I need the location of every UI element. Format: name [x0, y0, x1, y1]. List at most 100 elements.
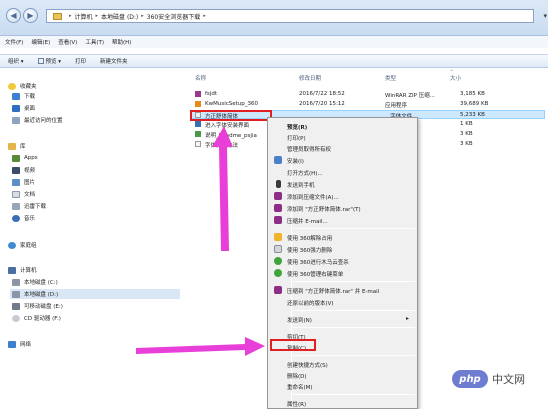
sidebar-drive-c[interactable]: 本地磁盘 (C:): [12, 277, 58, 287]
sidebar-label: 音乐: [24, 216, 36, 222]
sidebar-label: 本地磁盘 (C:): [24, 280, 58, 286]
menu-item-add-rar[interactable]: 添加到 "方正舒体简体.rar"(T): [270, 203, 415, 213]
winrar-icon: [274, 204, 282, 212]
menu-item-360-unlock[interactable]: 使用 360解除占用: [270, 232, 415, 242]
hard-drive-icon: [12, 278, 20, 286]
sidebar-drive-d[interactable]: 本地磁盘 (D:): [10, 289, 180, 299]
menu-item-360-cloud-scan[interactable]: 使用 360进行木马云查杀: [270, 256, 415, 266]
file-size: 39,689 KB: [460, 101, 489, 107]
menu-help[interactable]: 帮助(H): [112, 38, 131, 46]
toolbar: 组织 ▾ 预览 ▾ 打印 新建文件夹: [0, 54, 548, 68]
sidebar-libraries[interactable]: 库: [8, 141, 26, 151]
homegroup-icon: [8, 241, 16, 249]
menu-item-open-with[interactable]: 打开方式(H)...: [270, 167, 415, 177]
title-bar: ◀ ▶ ▸ 计算机 ▸ 本地磁盘 (D:) ▸ 360安全浏览器下载 ▸ ▾: [0, 0, 548, 36]
copy-highlight-box: [270, 339, 316, 351]
video-icon: [12, 166, 20, 174]
column-size[interactable]: 大小: [450, 74, 461, 82]
file-date: 2016/7/22 18:52: [299, 91, 345, 97]
menu-file[interactable]: 文件(F): [5, 38, 23, 46]
menu-item-print[interactable]: 打印(P): [270, 132, 415, 142]
sidebar-pictures[interactable]: 图片: [12, 177, 35, 187]
menu-item-compress-rar-email[interactable]: 压缩到 "方正舒体简体.rar" 并 E-mail: [270, 285, 415, 295]
sidebar-network[interactable]: 网络: [8, 339, 31, 349]
file-type: WinRAR ZIP 压缩...: [385, 93, 435, 99]
breadcrumb-download-folder[interactable]: 360安全浏览器下载: [147, 12, 200, 21]
breadcrumb-computer[interactable]: 计算机: [75, 12, 93, 21]
column-name[interactable]: 名称: [195, 74, 206, 82]
forward-button[interactable]: ▶: [23, 8, 38, 23]
menu-item-properties[interactable]: 属性(R): [270, 398, 415, 408]
back-button[interactable]: ◀: [6, 8, 21, 23]
menu-item-send-to-phone[interactable]: 发送到手机: [270, 179, 415, 189]
cd-drive-icon: [12, 314, 20, 322]
sidebar-thunder[interactable]: 迅雷下载: [12, 201, 46, 211]
column-type[interactable]: 类型: [385, 74, 396, 82]
sidebar-computer[interactable]: 计算机: [8, 265, 37, 275]
preview-button[interactable]: 预览 ▾: [37, 57, 61, 65]
sidebar-label: 下载: [24, 94, 36, 100]
sidebar-label: 图片: [24, 180, 36, 186]
menu-item-rename[interactable]: 重命名(M): [270, 381, 415, 391]
sidebar-apps[interactable]: Apps: [12, 153, 38, 163]
sidebar-drive-f[interactable]: CD 驱动器 (F:): [12, 313, 61, 323]
sidebar-label: 网络: [20, 342, 32, 348]
folder-icon: [12, 202, 20, 210]
menu-view[interactable]: 查看(V): [58, 38, 77, 46]
sidebar-videos[interactable]: 视频: [12, 165, 35, 175]
menu-item-create-shortcut[interactable]: 创建快捷方式(S): [270, 359, 415, 369]
arrow-right-icon: ▶: [27, 11, 34, 20]
chevron-down-icon[interactable]: ▾: [543, 12, 547, 20]
libraries-icon: [8, 142, 16, 150]
sidebar-homegroup[interactable]: 家庭组: [8, 240, 37, 250]
column-headers: ^ 名称 修改日期 类型 大小: [185, 69, 548, 85]
winrar-icon: [274, 192, 282, 200]
documents-icon: [12, 190, 20, 198]
menu-item-send-to[interactable]: 发送到(N) ▸: [270, 314, 415, 324]
sidebar-downloads[interactable]: 下载: [12, 91, 35, 101]
context-menu: 预览(R) 打印(P) 管理员取得所有权 安装(I) 打开方式(H)... 发送…: [267, 117, 418, 409]
menu-item-compress-email[interactable]: 压缩并 E-mail...: [270, 215, 415, 225]
file-row[interactable]: KwMusicSetup_360 2016/7/20 15:12 应用程序 39…: [190, 100, 545, 109]
sidebar-label: 收藏夹: [20, 84, 37, 90]
apps-icon: [12, 154, 20, 162]
breadcrumb-drive-d[interactable]: 本地磁盘 (D:): [101, 12, 138, 21]
print-button[interactable]: 打印: [75, 57, 86, 65]
file-highlight-box: [190, 110, 272, 121]
menu-edit[interactable]: 编辑(E): [31, 38, 50, 46]
menu-item-install[interactable]: 安装(I): [270, 155, 415, 165]
winrar-icon: [274, 286, 282, 294]
file-type: 应用程序: [385, 103, 408, 109]
organize-button[interactable]: 组织 ▾: [8, 57, 24, 65]
menu-item-restore-versions[interactable]: 还原以前的版本(V): [270, 297, 415, 307]
sidebar-recent[interactable]: 最近访问的位置: [12, 115, 63, 125]
sidebar-drive-e[interactable]: 可移动磁盘 (E:): [12, 301, 63, 311]
desktop-icon: [12, 104, 20, 112]
file-size: 3 KB: [460, 131, 473, 137]
pictures-icon: [12, 178, 20, 186]
address-bar[interactable]: ▸ 计算机 ▸ 本地磁盘 (D:) ▸ 360安全浏览器下载 ▸ ▾: [46, 9, 547, 23]
unlock-icon: [274, 233, 282, 241]
arrow-left-icon: ◀: [10, 11, 17, 20]
menu-item-take-ownership[interactable]: 管理员取得所有权: [270, 143, 415, 153]
menu-item-preview[interactable]: 预览(R): [270, 121, 415, 131]
html-file-icon: [195, 131, 201, 137]
sidebar-documents[interactable]: 文档: [12, 189, 35, 199]
sidebar-label: 本地磁盘 (D:): [24, 292, 59, 298]
file-row[interactable]: fsjdt 2016/7/22 18:52 WinRAR ZIP 压缩... 3…: [190, 90, 545, 99]
new-folder-button[interactable]: 新建文件夹: [100, 57, 128, 65]
sidebar-music[interactable]: 音乐: [12, 213, 35, 223]
column-date[interactable]: 修改日期: [299, 74, 321, 82]
file-size: 1 KB: [460, 121, 473, 127]
sidebar-favorites[interactable]: 收藏夹: [8, 81, 37, 91]
file-name: 进入字体安装界面: [205, 123, 250, 129]
sidebar-desktop[interactable]: 桌面: [12, 103, 35, 113]
menu-item-delete[interactable]: 删除(D): [270, 370, 415, 380]
menu-item-360-manage-menu[interactable]: 使用 360管理右键菜单: [270, 268, 415, 278]
php-cn-watermark: php 中文网: [452, 369, 525, 389]
360-icon: [274, 269, 282, 277]
menu-item-add-archive[interactable]: 添加到压缩文件(A)...: [270, 191, 415, 201]
menu-tools[interactable]: 工具(T): [85, 38, 104, 46]
menu-item-360-force-delete[interactable]: 使用 360强力删除: [270, 244, 415, 254]
sidebar-label: 迅雷下载: [24, 204, 47, 210]
